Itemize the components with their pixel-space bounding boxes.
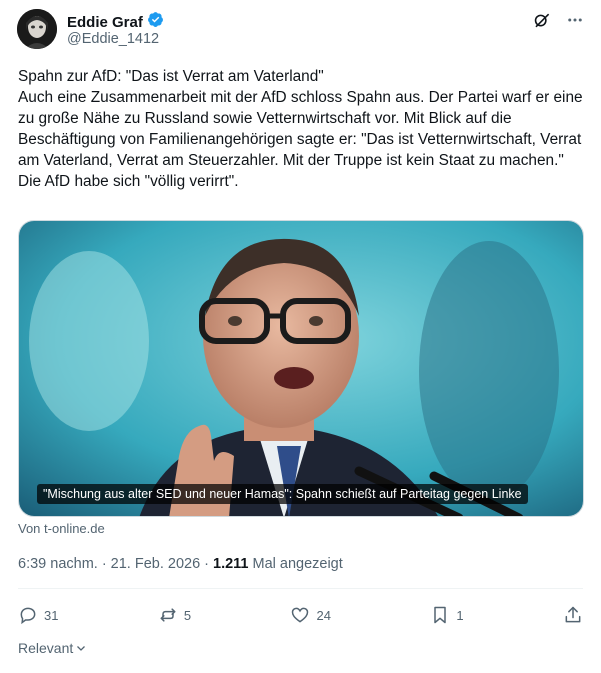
author-handle[interactable]: @Eddie_1412 — [67, 31, 159, 47]
grok-icon[interactable] — [531, 10, 551, 30]
reply-sort-label: Relevant — [18, 640, 74, 656]
tweet-meta: 6:39 nachm. · 21. Feb. 2026 · 1.211 Mal … — [18, 556, 343, 572]
bookmark-icon — [434, 606, 447, 624]
more-icon[interactable] — [565, 10, 585, 30]
share-icon — [565, 606, 581, 623]
link-source[interactable]: Von t-online.de — [18, 521, 105, 536]
reply-icon — [20, 607, 36, 625]
meta-separator: · — [204, 556, 209, 572]
meta-separator: · — [101, 556, 107, 572]
heart-icon — [292, 607, 309, 623]
repost-icon — [160, 608, 176, 622]
reply-count: 31 — [44, 607, 59, 623]
link-card-image[interactable]: "Mischung aus alter SED und neuer Hamas"… — [18, 220, 584, 517]
bookmark-button[interactable]: 1 — [430, 605, 464, 625]
tweet-date[interactable]: 21. Feb. 2026 — [111, 556, 201, 572]
chevron-down-icon — [77, 646, 86, 651]
display-name[interactable]: Eddie Graf — [67, 14, 143, 31]
reply-sort-dropdown[interactable]: Relevant — [18, 640, 87, 656]
tweet-headline: Spahn zur AfD: "Das ist Verrat am Vaterl… — [18, 68, 324, 85]
verified-badge-icon — [147, 11, 164, 33]
divider — [18, 588, 583, 589]
avatar[interactable] — [17, 9, 57, 49]
like-button[interactable]: 24 — [290, 605, 331, 625]
action-bar: 31 5 24 1 — [18, 605, 583, 625]
like-count: 24 — [316, 607, 331, 623]
views-count: 1.211 — [213, 556, 249, 572]
bookmark-count: 1 — [456, 607, 464, 623]
share-button[interactable] — [563, 605, 583, 625]
reply-button[interactable]: 31 — [18, 605, 58, 625]
link-card-caption: "Mischung aus alter SED und neuer Hamas"… — [37, 484, 528, 504]
link-card-caption-wrap: "Mischung aus alter SED und neuer Hamas"… — [37, 484, 565, 504]
views-label: Mal angezeigt — [252, 556, 343, 572]
repost-button[interactable]: 5 — [158, 605, 191, 625]
author-name-row[interactable]: Eddie Graf — [67, 11, 164, 33]
tweet-text: Spahn zur AfD: "Das ist Verrat am Vaterl… — [18, 66, 584, 192]
tweet-time[interactable]: 6:39 nachm. — [18, 556, 98, 572]
tweet-body: Auch eine Zusammenarbeit mit der AfD sch… — [18, 89, 583, 190]
repost-count: 5 — [183, 607, 192, 623]
